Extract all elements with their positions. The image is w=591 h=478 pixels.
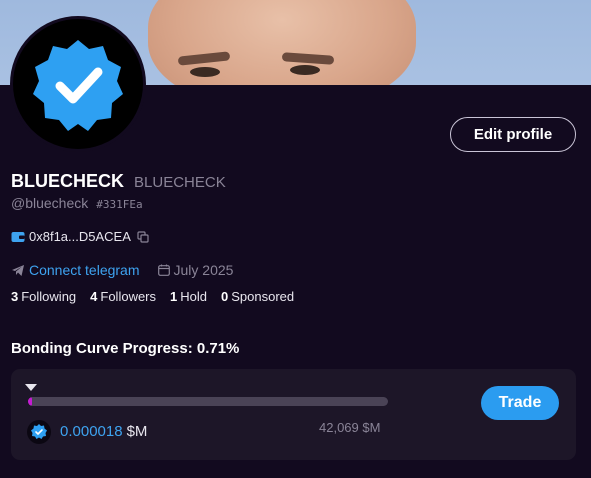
banner-photo-detail: [290, 65, 320, 75]
profile-ticker: BLUECHECK: [134, 174, 226, 191]
stats-row: 3 Following 4 Followers 1 Hold 0 Sponsored: [11, 289, 308, 304]
connect-telegram-link[interactable]: Connect telegram: [29, 262, 140, 278]
market-cap-target: 42,069 $M: [319, 420, 381, 435]
avatar[interactable]: [10, 16, 146, 152]
meta-row: Connect telegram July 2025: [11, 262, 233, 278]
banner-photo-detail: [190, 67, 220, 77]
profile-page: Edit profile BLUECHECK BLUECHECK @bluech…: [0, 0, 591, 478]
coin-badge-icon: [27, 420, 51, 444]
profile-id-tag: #331FEa: [96, 198, 143, 211]
trade-button[interactable]: Trade: [481, 386, 559, 420]
stat-following[interactable]: 3 Following: [11, 289, 76, 304]
verified-badge-icon: [33, 40, 123, 131]
bonding-curve-card: 0.000018 $M 42,069 $M Trade: [11, 369, 576, 460]
token-price: 0.000018 $M: [60, 423, 148, 440]
banner-photo: [148, 0, 416, 85]
name-row: BLUECHECK BLUECHECK: [11, 171, 226, 192]
stat-sponsored[interactable]: 0 Sponsored: [221, 289, 294, 304]
progress-marker: [25, 384, 37, 391]
profile-name: BLUECHECK: [11, 171, 125, 191]
wallet-address: 0x8f1a...D5ACEA: [29, 229, 131, 244]
handle-row: @bluecheck #331FEa: [11, 195, 143, 211]
edit-profile-button[interactable]: Edit profile: [450, 117, 576, 152]
copy-icon[interactable]: [137, 230, 149, 243]
bonding-curve-progress-label: Bonding Curve Progress: 0.71%: [11, 340, 240, 357]
stat-followers[interactable]: 4 Followers: [90, 289, 156, 304]
join-date: July 2025: [173, 262, 234, 278]
telegram-icon: [12, 264, 24, 276]
progress-track: [28, 397, 388, 406]
wallet-row: 0x8f1a...D5ACEA: [11, 229, 149, 244]
calendar-icon: [157, 264, 170, 276]
profile-handle: @bluecheck: [11, 195, 89, 211]
wallet-icon: [11, 231, 25, 242]
stat-hold[interactable]: 1 Hold: [170, 289, 207, 304]
progress-fill: [28, 397, 32, 406]
